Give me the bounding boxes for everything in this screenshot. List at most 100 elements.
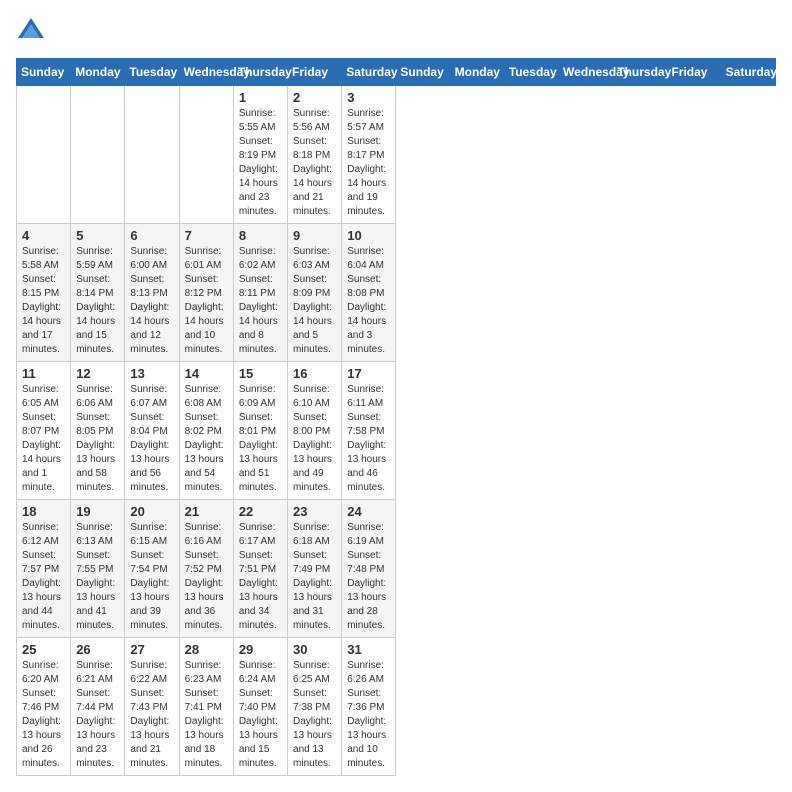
day-number: 11 [22,366,65,381]
day-number: 17 [347,366,390,381]
calendar-week-row: 4 Sunrise: 5:58 AM Sunset: 8:15 PM Daylig… [17,224,776,362]
calendar-day-cell: 11Sunrise: 6:05 AM Sunset: 8:07 PM Dayli… [17,362,71,500]
calendar-day-cell: 23Sunrise: 6:18 AM Sunset: 7:49 PM Dayli… [288,500,342,638]
logo-icon [16,16,46,46]
day-of-week-header: Monday [450,59,504,86]
calendar-day-cell: 30 Sunrise: 6:25 AM Sunset: 7:38 PM Dayli… [288,638,342,776]
calendar-day-cell: 27 Sunrise: 6:22 AM Sunset: 7:43 PM Dayli… [125,638,179,776]
day-info: Sunrise: 6:26 AM Sunset: 7:36 PM Dayligh… [347,659,390,771]
day-number: 29 [239,642,282,657]
day-info: Sunrise: 6:03 AM Sunset: 8:09 PM Dayligh… [293,245,336,357]
day-info: Sunrise: 5:56 AM Sunset: 8:18 PM Dayligh… [293,107,336,219]
day-of-week-header: Sunday [17,59,71,86]
day-of-week-header: Thursday [233,59,287,86]
calendar-day-cell: 6 Sunrise: 6:00 AM Sunset: 8:13 PM Daylig… [125,224,179,362]
day-info: Sunrise: 6:04 AM Sunset: 8:08 PM Dayligh… [347,245,390,357]
day-info: Sunrise: 6:16 AM Sunset: 7:52 PM Dayligh… [185,521,228,633]
day-info: Sunrise: 6:25 AM Sunset: 7:38 PM Dayligh… [293,659,336,771]
calendar-day-cell [179,86,233,224]
day-info: Sunrise: 6:06 AM Sunset: 8:05 PM Dayligh… [76,383,119,495]
day-number: 16 [293,366,336,381]
calendar-day-cell: 10 Sunrise: 6:04 AM Sunset: 8:08 PM Dayli… [342,224,396,362]
calendar-day-cell: 28 Sunrise: 6:23 AM Sunset: 7:41 PM Dayli… [179,638,233,776]
calendar-day-cell: 5 Sunrise: 5:59 AM Sunset: 8:14 PM Daylig… [71,224,125,362]
day-number: 24 [347,504,390,519]
calendar-day-cell: 19 Sunrise: 6:13 AM Sunset: 7:55 PM Dayli… [71,500,125,638]
day-info: Sunrise: 6:01 AM Sunset: 8:12 PM Dayligh… [185,245,228,357]
day-of-week-header: Sunday [396,59,450,86]
day-of-week-header: Wednesday [179,59,233,86]
day-info: Sunrise: 6:19 AM Sunset: 7:48 PM Dayligh… [347,521,390,633]
calendar-day-cell: 18Sunrise: 6:12 AM Sunset: 7:57 PM Dayli… [17,500,71,638]
day-number: 12 [76,366,119,381]
day-number: 31 [347,642,390,657]
day-info: Sunrise: 6:23 AM Sunset: 7:41 PM Dayligh… [185,659,228,771]
day-info: Sunrise: 5:59 AM Sunset: 8:14 PM Dayligh… [76,245,119,357]
day-of-week-header: Wednesday [559,59,613,86]
day-number: 20 [130,504,173,519]
day-of-week-header: Saturday [721,59,775,86]
day-of-week-header: Monday [71,59,125,86]
calendar-day-cell: 21 Sunrise: 6:16 AM Sunset: 7:52 PM Dayli… [179,500,233,638]
day-number: 3 [347,90,390,105]
calendar-day-cell: 31 Sunrise: 6:26 AM Sunset: 7:36 PM Dayli… [342,638,396,776]
day-of-week-header: Thursday [613,59,667,86]
calendar-day-cell: 4 Sunrise: 5:58 AM Sunset: 8:15 PM Daylig… [17,224,71,362]
calendar-day-cell: 17 Sunrise: 6:11 AM Sunset: 7:58 PM Dayli… [342,362,396,500]
day-info: Sunrise: 6:21 AM Sunset: 7:44 PM Dayligh… [76,659,119,771]
day-number: 15 [239,366,282,381]
calendar-day-cell: 1 Sunrise: 5:55 AM Sunset: 8:19 PM Daylig… [233,86,287,224]
day-info: Sunrise: 6:22 AM Sunset: 7:43 PM Dayligh… [130,659,173,771]
page-header [16,16,776,46]
day-info: Sunrise: 6:13 AM Sunset: 7:55 PM Dayligh… [76,521,119,633]
calendar-day-cell: 8 Sunrise: 6:02 AM Sunset: 8:11 PM Daylig… [233,224,287,362]
calendar-day-cell: 15 Sunrise: 6:09 AM Sunset: 8:01 PM Dayli… [233,362,287,500]
day-info: Sunrise: 5:55 AM Sunset: 8:19 PM Dayligh… [239,107,282,219]
day-info: Sunrise: 6:11 AM Sunset: 7:58 PM Dayligh… [347,383,390,495]
day-number: 30 [293,642,336,657]
day-number: 2 [293,90,336,105]
day-of-week-header: Tuesday [125,59,179,86]
day-number: 26 [76,642,119,657]
calendar-day-cell: 2 Sunrise: 5:56 AM Sunset: 8:18 PM Daylig… [288,86,342,224]
calendar-day-cell: 14 Sunrise: 6:08 AM Sunset: 8:02 PM Dayli… [179,362,233,500]
day-number: 21 [185,504,228,519]
logo [16,16,50,46]
calendar-week-row: 11Sunrise: 6:05 AM Sunset: 8:07 PM Dayli… [17,362,776,500]
day-info: Sunrise: 6:09 AM Sunset: 8:01 PM Dayligh… [239,383,282,495]
day-info: Sunrise: 6:02 AM Sunset: 8:11 PM Dayligh… [239,245,282,357]
day-of-week-header: Friday [288,59,342,86]
day-number: 22 [239,504,282,519]
day-info: Sunrise: 6:08 AM Sunset: 8:02 PM Dayligh… [185,383,228,495]
day-number: 5 [76,228,119,243]
day-number: 28 [185,642,228,657]
calendar-day-cell: 26 Sunrise: 6:21 AM Sunset: 7:44 PM Dayli… [71,638,125,776]
day-number: 10 [347,228,390,243]
day-number: 13 [130,366,173,381]
calendar-day-cell: 25Sunrise: 6:20 AM Sunset: 7:46 PM Dayli… [17,638,71,776]
day-number: 4 [22,228,65,243]
day-number: 19 [76,504,119,519]
calendar-day-cell: 16Sunrise: 6:10 AM Sunset: 8:00 PM Dayli… [288,362,342,500]
day-info: Sunrise: 6:15 AM Sunset: 7:54 PM Dayligh… [130,521,173,633]
day-info: Sunrise: 6:17 AM Sunset: 7:51 PM Dayligh… [239,521,282,633]
day-number: 25 [22,642,65,657]
day-number: 18 [22,504,65,519]
calendar-week-row: 18Sunrise: 6:12 AM Sunset: 7:57 PM Dayli… [17,500,776,638]
day-number: 7 [185,228,228,243]
day-info: Sunrise: 5:58 AM Sunset: 8:15 PM Dayligh… [22,245,65,357]
calendar-day-cell: 12 Sunrise: 6:06 AM Sunset: 8:05 PM Dayli… [71,362,125,500]
day-number: 1 [239,90,282,105]
calendar-day-cell: 3Sunrise: 5:57 AM Sunset: 8:17 PM Daylig… [342,86,396,224]
day-info: Sunrise: 6:00 AM Sunset: 8:13 PM Dayligh… [130,245,173,357]
day-number: 27 [130,642,173,657]
day-info: Sunrise: 6:07 AM Sunset: 8:04 PM Dayligh… [130,383,173,495]
day-of-week-header: Tuesday [504,59,558,86]
calendar-day-cell: 13 Sunrise: 6:07 AM Sunset: 8:04 PM Dayli… [125,362,179,500]
day-number: 8 [239,228,282,243]
calendar-header-row: SundayMondayTuesdayWednesdayThursdayFrid… [17,59,776,86]
day-number: 14 [185,366,228,381]
day-info: Sunrise: 6:18 AM Sunset: 7:49 PM Dayligh… [293,521,336,633]
calendar-week-row: 25Sunrise: 6:20 AM Sunset: 7:46 PM Dayli… [17,638,776,776]
day-number: 6 [130,228,173,243]
